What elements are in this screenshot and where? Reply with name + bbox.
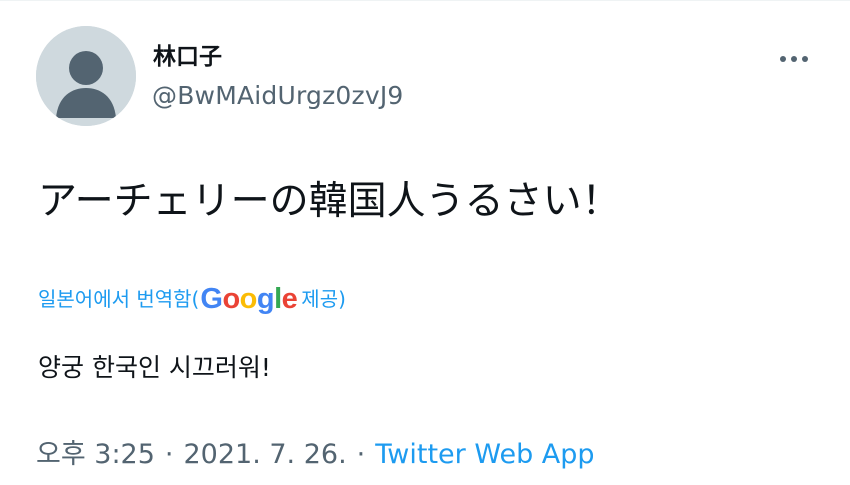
tweet-text: アーチェリーの韓国人うるさい！ xyxy=(38,179,621,224)
tweet-source-link[interactable]: Twitter Web App xyxy=(375,438,594,472)
more-dot-icon xyxy=(791,56,797,62)
translated-text: 양궁 한국인 시끄러워! xyxy=(38,353,271,382)
default-avatar-icon xyxy=(36,26,136,126)
tweet-card: 林口子 @BwMAidUrgz0zvJ9 アーチェリーの韓国人うるさい！ 일본어… xyxy=(0,0,850,485)
avatar[interactable] xyxy=(36,26,136,126)
meta-separator: · xyxy=(164,439,174,470)
more-dot-icon xyxy=(802,56,808,62)
tweet-date[interactable]: 2021. 7. 26. xyxy=(184,438,347,472)
tweet-metadata: 오후 3:25 · 2021. 7. 26. · Twitter Web App xyxy=(36,438,595,472)
more-options-button[interactable] xyxy=(772,44,816,74)
more-dot-icon xyxy=(780,56,786,62)
translation-attribution-link[interactable]: 일본어에서 번역함( Google 제공) xyxy=(38,283,346,315)
google-logo: Google xyxy=(200,283,298,315)
translation-suffix: 제공) xyxy=(301,287,346,311)
top-divider xyxy=(0,0,850,1)
author-display-name[interactable]: 林口子 xyxy=(153,43,222,71)
tweet-time[interactable]: 오후 3:25 xyxy=(36,438,155,472)
meta-separator: · xyxy=(356,439,366,470)
author-handle[interactable]: @BwMAidUrgz0zvJ9 xyxy=(152,81,404,111)
translation-label: 일본어에서 번역함( xyxy=(38,287,200,311)
